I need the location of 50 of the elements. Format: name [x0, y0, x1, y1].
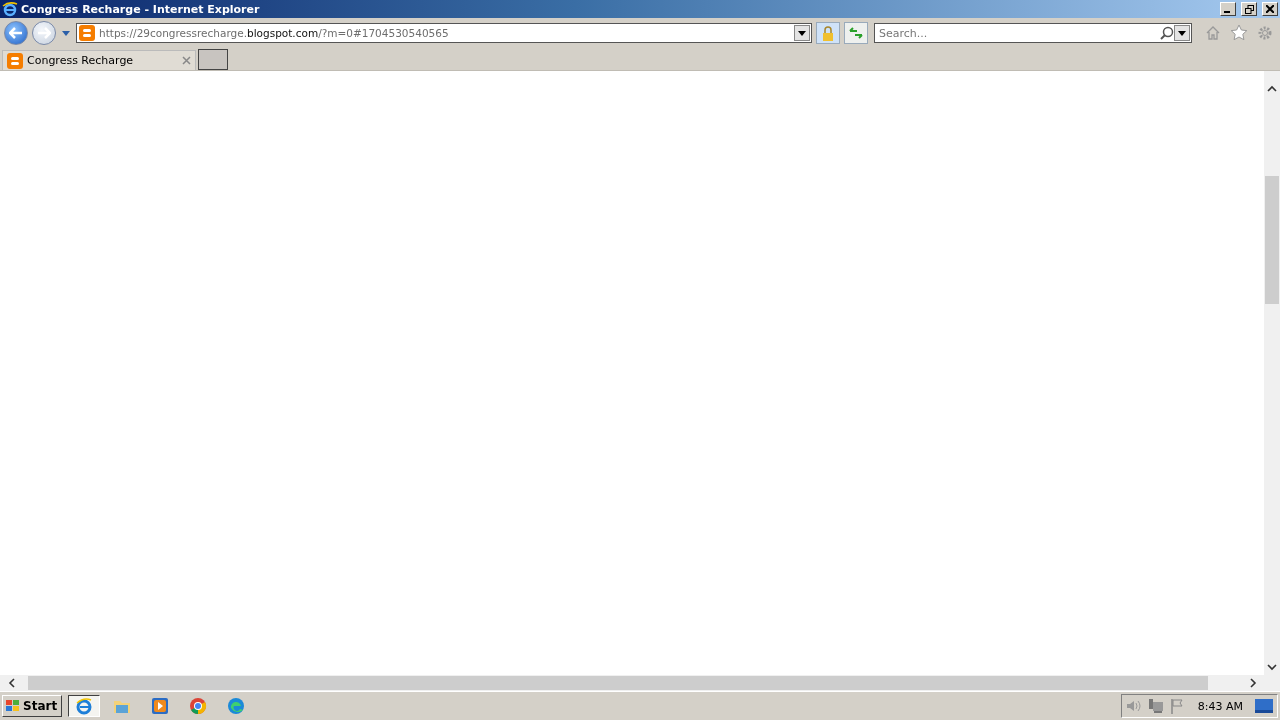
dropdown-arrow-icon [62, 30, 70, 36]
dropdown-arrow-icon [798, 30, 806, 36]
scroll-thumb[interactable] [1265, 176, 1279, 304]
network-icon[interactable] [1147, 698, 1164, 714]
security-lock-button[interactable] [816, 22, 840, 44]
minimize-button[interactable] [1220, 2, 1236, 16]
scroll-up-icon[interactable] [1267, 85, 1277, 92]
speaker-icon[interactable] [1125, 699, 1142, 713]
forward-button[interactable] [32, 21, 56, 45]
search-icon [1160, 26, 1174, 40]
new-tab-button[interactable] [198, 49, 228, 70]
back-button[interactable] [4, 21, 28, 45]
dropdown-arrow-icon [1178, 30, 1186, 36]
windows-logo-icon [5, 699, 21, 713]
taskbar-app-button[interactable] [68, 695, 101, 717]
folder-icon [113, 698, 132, 714]
browser-tab[interactable]: Congress Recharge [2, 50, 196, 70]
vertical-scrollbar[interactable] [1264, 71, 1280, 675]
blogger-icon [7, 52, 23, 69]
scroll-down-icon[interactable] [1267, 664, 1277, 671]
close-icon [1266, 5, 1274, 13]
scroll-thumb[interactable] [28, 676, 1208, 690]
address-field[interactable]: https://29congressrecharge.blogspot.com/?m=0#1704530540565 [76, 23, 812, 43]
padlock-icon [822, 25, 834, 41]
restore-icon [1244, 4, 1254, 14]
address-dropdown-button[interactable] [794, 25, 810, 41]
close-button[interactable] [1262, 2, 1278, 16]
desktop-icon[interactable] [1255, 699, 1273, 713]
left-chevron-icon [7, 678, 15, 688]
back-arrow-icon [9, 27, 23, 39]
right-chevron-icon [1249, 678, 1257, 688]
horizontal-scrollbar[interactable] [0, 675, 1280, 691]
browser-icon [2, 1, 18, 17]
refresh-button[interactable] [844, 22, 868, 44]
chrome-icon [189, 697, 208, 715]
blogger-icon [79, 25, 95, 41]
url-text: https://29congressrecharge.blogspot.com/?m=0#1704530540565 [99, 27, 450, 39]
search-dropdown-button[interactable] [1174, 25, 1190, 41]
restore-button[interactable] [1241, 2, 1257, 16]
flag-icon[interactable] [1169, 698, 1184, 714]
media-player-icon [152, 698, 169, 714]
search-box[interactable]: Search... [874, 23, 1192, 43]
clock[interactable]: 8:43 AM [1197, 699, 1243, 713]
start-button[interactable]: Start [2, 695, 63, 717]
window-title: Congress Recharge - Internet Explorer [21, 2, 261, 16]
refresh-arrows-icon [849, 27, 863, 39]
edge-icon [227, 697, 246, 715]
close-tab-icon[interactable] [182, 56, 191, 65]
forward-arrow-icon [37, 27, 51, 39]
browser-icon [75, 697, 94, 715]
